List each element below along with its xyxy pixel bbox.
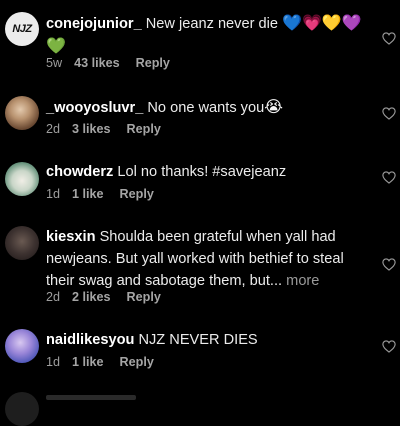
- comment-username[interactable]: chowderz: [46, 164, 113, 180]
- comment-meta: 2d 3 likes Reply: [46, 122, 161, 136]
- comment-username[interactable]: naidlikesyou: [46, 332, 134, 348]
- comment-time: 5w: [46, 56, 63, 70]
- comment-time: 2d: [46, 290, 61, 304]
- avatar[interactable]: NJZ: [5, 12, 39, 46]
- comment-username[interactable]: kiesxin: [46, 229, 96, 245]
- comment-text: New jeanz never die: [145, 16, 278, 32]
- comment-emoji-crying: 😭: [264, 97, 283, 116]
- comment-likes[interactable]: 43 likes: [74, 56, 120, 70]
- comment-time: 2d: [46, 122, 61, 136]
- reply-button[interactable]: Reply: [127, 122, 161, 136]
- heart-outline-icon[interactable]: [382, 171, 396, 184]
- comment-emoji-green-heart: 💚: [46, 36, 66, 55]
- comment-likes[interactable]: 3 likes: [72, 122, 111, 136]
- comment-likes[interactable]: 1 like: [72, 355, 104, 369]
- avatar-next-comment[interactable]: [5, 392, 39, 426]
- comment-text-line-1: Shoulda been grateful when yall had: [99, 229, 336, 245]
- reply-button[interactable]: Reply: [120, 187, 154, 201]
- comment-username[interactable]: _wooyosluvr_: [46, 100, 143, 116]
- heart-outline-icon[interactable]: [382, 258, 396, 271]
- comment-text: NJZ NEVER DIES: [138, 332, 258, 348]
- comment-text: No one wants you: [147, 100, 265, 116]
- next-comment-placeholder: [46, 395, 136, 400]
- comment-text-line-3: their swag and sabotage them, but...: [46, 273, 283, 289]
- comment-body: conejojunior_ New jeanz never die 💙💗💛💜 💚: [46, 12, 374, 58]
- reply-button[interactable]: Reply: [120, 355, 154, 369]
- comment-body: naidlikesyou NJZ NEVER DIES: [46, 329, 374, 351]
- comment-body: _wooyosluvr_ No one wants you😭: [46, 96, 374, 119]
- heart-outline-icon[interactable]: [382, 340, 396, 353]
- avatar[interactable]: [5, 226, 39, 260]
- comment-body: kiesxin Shoulda been grateful when yall …: [46, 226, 374, 292]
- avatar[interactable]: [5, 96, 39, 130]
- comment-meta: 5w 43 likes Reply: [46, 56, 170, 70]
- comment-meta: 1d 1 like Reply: [46, 355, 154, 369]
- avatar[interactable]: [5, 162, 39, 196]
- comment-likes[interactable]: 2 likes: [72, 290, 111, 304]
- more-link[interactable]: more: [286, 273, 319, 289]
- reply-button[interactable]: Reply: [127, 290, 161, 304]
- comment-meta: 2d 2 likes Reply: [46, 290, 161, 304]
- reply-button[interactable]: Reply: [136, 56, 170, 70]
- comment-username[interactable]: conejojunior_: [46, 16, 142, 32]
- heart-outline-icon[interactable]: [382, 32, 396, 45]
- comment-text: Lol no thanks! #savejeanz: [117, 164, 287, 180]
- comment-body: chowderz Lol no thanks! #savejeanz: [46, 161, 374, 183]
- heart-outline-icon[interactable]: [382, 107, 396, 120]
- comment-emojis: 💙💗💛💜: [282, 13, 362, 32]
- avatar[interactable]: [5, 329, 39, 363]
- avatar-logo-text: NJZ: [12, 23, 32, 35]
- comment-text-line-2: newjeans. But yall worked with bethief t…: [46, 251, 344, 267]
- comment-time: 1d: [46, 187, 61, 201]
- comment-likes[interactable]: 1 like: [72, 187, 104, 201]
- comment-time: 1d: [46, 355, 61, 369]
- comment-meta: 1d 1 like Reply: [46, 187, 154, 201]
